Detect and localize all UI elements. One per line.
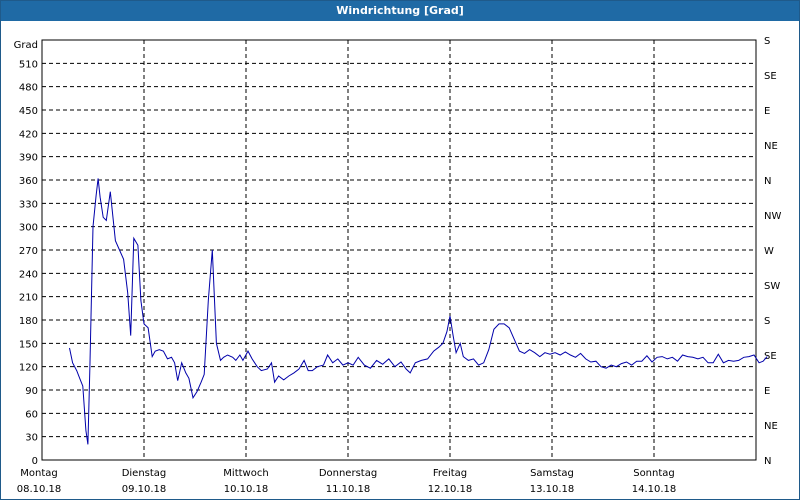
y-tick-label: 420	[19, 129, 38, 140]
x-tick-date: 09.10.18	[122, 484, 167, 495]
right-axis-label: NE	[764, 421, 778, 432]
x-tick-day: Dienstag	[122, 468, 167, 479]
x-tick-date: 12.10.18	[428, 484, 473, 495]
y-tick-label: 480	[19, 83, 38, 94]
right-axis-ticks: N NE E SE S SW W NW N NE E SE S	[764, 36, 781, 467]
right-axis-label: E	[764, 106, 770, 117]
right-axis-label: SW	[764, 281, 780, 292]
x-tick-day: Sonntag	[633, 468, 675, 479]
right-axis-label: N	[764, 176, 771, 187]
y-tick-label: 120	[19, 363, 38, 374]
y-tick-label: 300	[19, 223, 38, 234]
y-tick-label: 510	[19, 59, 38, 70]
x-tick-day: Donnerstag	[319, 468, 377, 479]
y-tick-label: 180	[19, 316, 38, 327]
y-tick-label: 60	[25, 409, 38, 420]
y-tick-label: 210	[19, 293, 38, 304]
x-tick-date: 14.10.18	[632, 484, 677, 495]
y-tick-label: 390	[19, 153, 38, 164]
right-axis-label: E	[764, 386, 770, 397]
right-axis-label: SE	[764, 351, 777, 362]
right-axis-label: NE	[764, 141, 778, 152]
wind-direction-chart: Grad 0 30 60 90 120 150 180 210 240 270 300 330 360 3…	[14, 36, 782, 495]
right-axis-label: N	[764, 456, 771, 467]
x-tick-day: Freitag	[433, 468, 467, 479]
gridlines	[42, 40, 756, 460]
y-tick-label: 150	[19, 339, 38, 350]
right-axis-label: S	[764, 36, 770, 47]
y-axis-label: Grad	[14, 40, 38, 51]
x-tick-day: Mittwoch	[223, 468, 268, 479]
y-tick-label: 240	[19, 269, 38, 280]
right-axis-label: NW	[764, 211, 781, 222]
x-tick-day: Montag	[20, 468, 57, 479]
y-tick-label: 330	[19, 199, 38, 210]
y-axis-ticks: 0 30 60 90 120 150 180 210 240 270 300 330 360 390 420…	[19, 59, 38, 467]
x-tick-date: 10.10.18	[224, 484, 269, 495]
x-tick-day: Samstag	[530, 468, 574, 479]
x-tick-date: 08.10.18	[17, 484, 62, 495]
y-tick-label: 30	[25, 433, 38, 444]
y-tick-label: 90	[25, 386, 38, 397]
x-tick-date: 11.10.18	[326, 484, 371, 495]
wind-direction-series-line	[69, 178, 768, 445]
x-axis-ticks: Montag 08.10.18 Dienstag 09.10.18 Mittwoch 10…	[17, 468, 677, 495]
y-tick-label: 0	[32, 456, 38, 467]
right-axis-label: W	[764, 246, 774, 257]
right-axis-label: S	[764, 316, 770, 327]
right-axis-label: SE	[764, 71, 777, 82]
y-tick-label: 270	[19, 246, 38, 257]
y-tick-label: 450	[19, 106, 38, 117]
y-tick-label: 360	[19, 176, 38, 187]
x-tick-date: 13.10.18	[530, 484, 575, 495]
